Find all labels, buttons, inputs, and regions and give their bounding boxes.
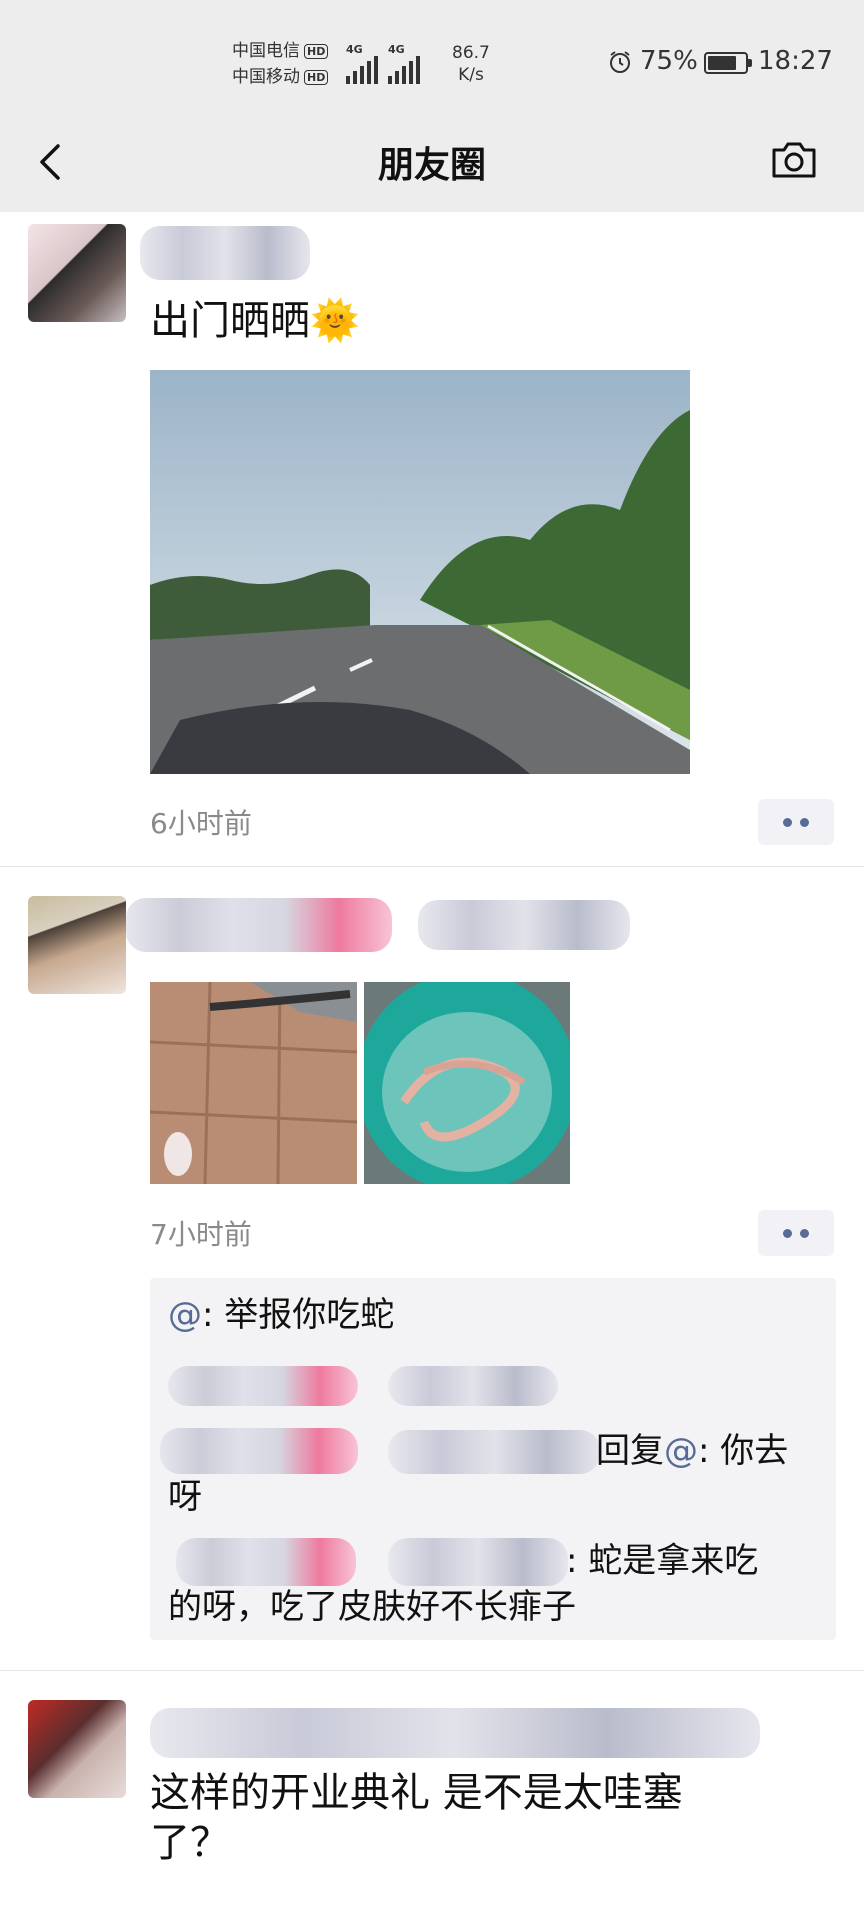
comment-text: : 蛇是拿来吃 [566, 1541, 759, 1581]
battery-icon [704, 52, 752, 74]
mention[interactable]: @ [168, 1295, 202, 1335]
alarm-icon [610, 51, 630, 73]
network-type: 4G [346, 43, 363, 56]
avatar[interactable] [28, 224, 126, 322]
dot-icon [783, 818, 792, 827]
comment-text: : 你去 [698, 1431, 789, 1471]
carrier-1: 中国电信 [232, 41, 300, 61]
signal-icon: 4G [388, 44, 420, 84]
commenter-blurred[interactable] [168, 1366, 358, 1406]
comment-blurred [388, 1366, 558, 1406]
post-text: 这样的开业典礼 是不是太哇塞 [150, 1770, 683, 1816]
username-blurred[interactable] [418, 900, 630, 950]
reply-label: 回复 [596, 1431, 664, 1471]
clock: 18:27 [758, 46, 833, 76]
signal-icon: 4G [346, 44, 378, 84]
commenter-blurred[interactable] [388, 1538, 568, 1586]
divider [0, 1670, 864, 1671]
post-text: 出门晒晒🌞 [150, 298, 360, 344]
camera-icon[interactable] [768, 134, 820, 186]
dot-icon [783, 1229, 792, 1238]
status-bar: 中国电信 HD 中国移动 HD 4G 4G 86.7 K/s 75% 18:27 [0, 0, 864, 120]
username-blurred[interactable] [140, 226, 310, 280]
commenter-blurred[interactable] [176, 1538, 356, 1586]
comment[interactable]: @: 举报你吃蛇 [168, 1292, 394, 1338]
post-photo-basin[interactable] [364, 982, 570, 1184]
avatar[interactable] [28, 1700, 126, 1798]
post-photo-tiles[interactable] [150, 982, 357, 1184]
mention[interactable]: @ [664, 1431, 698, 1471]
username-blurred[interactable] [126, 898, 392, 952]
post-time: 6小时前 [150, 807, 252, 840]
divider [0, 866, 864, 867]
hd-badge: HD [304, 43, 329, 59]
speed-unit: K/s [458, 65, 484, 85]
carrier-2: 中国移动 [232, 67, 300, 87]
speed-value: 86.7 [452, 43, 490, 63]
top-bar: 中国电信HD 中国移动HD 4G 4G 86.7 K/s 75% 18:27 [0, 0, 864, 212]
nav-bar: 朋友圈 [0, 120, 864, 212]
page-title: 朋友圈 [377, 145, 486, 186]
commenter-blurred[interactable] [160, 1428, 358, 1474]
hd-badge: HD [304, 69, 329, 85]
post-text-cont: 了？ [150, 1820, 230, 1866]
battery-percent: 75% [640, 46, 698, 76]
post-photo-road[interactable] [150, 370, 690, 774]
network-speed: 86.7 K/s [452, 42, 490, 86]
post-time: 7小时前 [150, 1218, 252, 1251]
comment[interactable]: 回复@: 你去 [596, 1428, 788, 1474]
username-blurred[interactable] [150, 1708, 760, 1758]
commenter-blurred[interactable] [388, 1430, 600, 1474]
comment-text: : 举报你吃蛇 [202, 1295, 395, 1335]
more-button[interactable] [758, 799, 834, 845]
comment-text-cont: 的呀，吃了皮肤好不长痱子 [168, 1587, 576, 1627]
comment-text-cont: 呀 [168, 1477, 202, 1517]
more-button[interactable] [758, 1210, 834, 1256]
network-type: 4G [388, 43, 405, 56]
avatar[interactable] [28, 896, 126, 994]
dot-icon [800, 1229, 809, 1238]
signal-indicators: 4G 4G [346, 44, 420, 84]
dot-icon [800, 818, 809, 827]
carrier-info: 中国电信 HD 中国移动 HD [232, 38, 329, 90]
comments-box: @: 举报你吃蛇 回复@: 你去 呀 : 蛇是拿来吃 的呀，吃了皮肤好不长痱子 [150, 1278, 836, 1640]
